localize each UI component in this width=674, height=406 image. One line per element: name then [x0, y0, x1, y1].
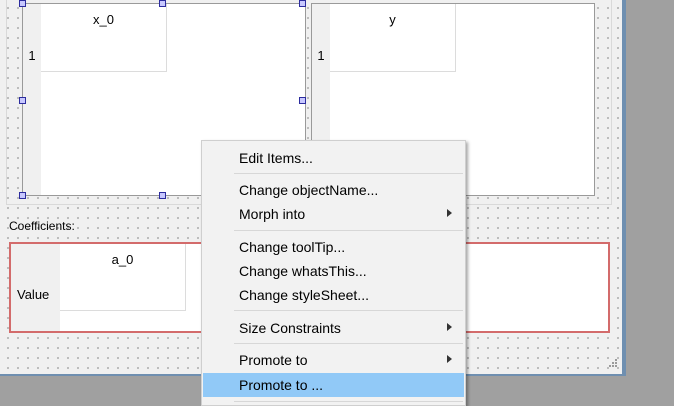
size-grip-icon[interactable]: [606, 356, 618, 368]
context-menu: Edit Items... Change objectName... Morph…: [201, 140, 466, 406]
y-column-header[interactable]: y: [330, 4, 456, 72]
menu-item-label: Change toolTip...: [239, 239, 346, 255]
menu-item-change-whatsthis[interactable]: Change whatsThis...: [203, 259, 464, 283]
selection-handle[interactable]: [19, 0, 26, 7]
x0-column-header-label: x_0: [93, 12, 114, 27]
menu-item-morph-into[interactable]: Morph into: [203, 202, 464, 226]
selection-handle[interactable]: [299, 0, 306, 7]
menu-item-label: Size Constraints: [239, 320, 341, 336]
selection-handle[interactable]: [159, 192, 166, 199]
coefficients-label: Coefficients:: [9, 219, 75, 233]
menu-separator: [234, 401, 463, 402]
selection-handle[interactable]: [19, 192, 26, 199]
menu-item-change-tooltip[interactable]: Change toolTip...: [203, 235, 464, 259]
menu-item-change-objectname[interactable]: Change objectName...: [203, 178, 464, 202]
submenu-arrow-icon: [447, 323, 452, 331]
menu-item-label: Promote to ...: [239, 377, 324, 393]
selection-handle[interactable]: [19, 97, 26, 104]
selection-handle[interactable]: [299, 97, 306, 104]
form-border-right: [622, 0, 626, 376]
coefficients-row-header[interactable]: Value: [17, 287, 49, 302]
menu-item-promote-to-dialog[interactable]: Promote to ...: [203, 373, 464, 397]
menu-item-label: Morph into: [239, 206, 306, 222]
x0-row-header[interactable]: 1: [23, 48, 41, 63]
menu-item-size-constraints[interactable]: Size Constraints: [203, 316, 464, 340]
menu-separator: [234, 230, 463, 231]
menu-item-change-stylesheet[interactable]: Change styleSheet...: [203, 283, 464, 307]
menu-item-label: Edit Items...: [239, 150, 313, 166]
y-column-header-label: y: [389, 12, 396, 27]
menu-item-label: Change styleSheet...: [239, 287, 369, 303]
menu-item-label: Promote to: [239, 352, 308, 368]
menu-separator: [234, 310, 463, 311]
coefficients-column-header[interactable]: a_0: [60, 244, 186, 311]
menu-separator: [234, 343, 463, 344]
menu-separator: [234, 173, 463, 174]
menu-item-label: Change objectName...: [239, 182, 379, 198]
x0-column-header[interactable]: x_0: [41, 4, 167, 72]
selection-handle[interactable]: [159, 0, 166, 7]
y-row-header[interactable]: 1: [312, 48, 330, 63]
menu-item-promote-to[interactable]: Promote to: [203, 348, 464, 372]
submenu-arrow-icon: [447, 355, 452, 363]
coefficients-vertical-header: Value: [11, 244, 60, 331]
menu-item-label: Change whatsThis...: [239, 263, 367, 279]
submenu-arrow-icon: [447, 209, 452, 217]
menu-item-edit-items[interactable]: Edit Items...: [203, 146, 464, 170]
coefficients-column-header-label: a_0: [111, 252, 134, 267]
